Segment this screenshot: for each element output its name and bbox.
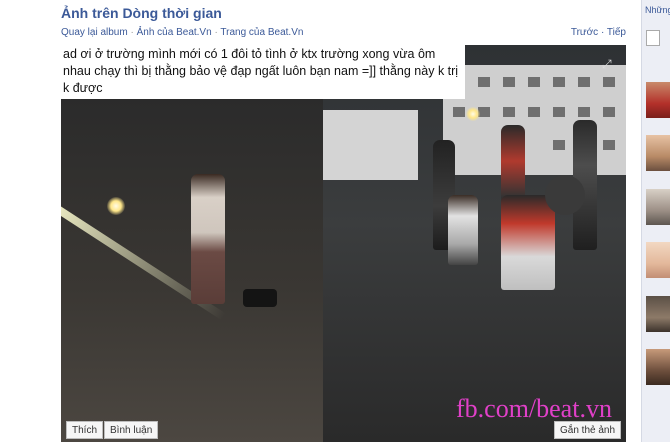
expand-icon[interactable]: ⤢: [602, 57, 612, 72]
photo-navigation: Trước · Tiếp: [571, 27, 626, 38]
lamp: [466, 107, 480, 121]
comment-button[interactable]: Bình luận: [104, 421, 159, 439]
previous-link[interactable]: Trước: [571, 27, 598, 38]
photo-viewer[interactable]: ad ơi ở trường mình mới có 1 đôi tỏ tình…: [61, 45, 626, 442]
sidebar-thumbnail[interactable]: [646, 135, 670, 171]
tag-photo-button[interactable]: Gắn thẻ ảnh: [554, 421, 622, 439]
street-light: [107, 197, 125, 215]
photos-of-page-link[interactable]: Ảnh của Beat.Vn: [137, 27, 212, 38]
like-button[interactable]: Thích: [66, 421, 104, 439]
photo-header: Ảnh trên Dòng thời gian Quay lại album ·…: [61, 0, 636, 44]
breadcrumb-separator: ·: [214, 27, 218, 38]
person-kneeling: [448, 195, 478, 265]
photo-left-panel: [61, 99, 323, 442]
sidebar-heading: Những: [645, 5, 670, 15]
archway: [323, 110, 418, 180]
photo-right-panel: [323, 45, 626, 442]
back-to-album-link[interactable]: Quay lại album: [61, 27, 128, 38]
right-sidebar: Những: [641, 0, 670, 442]
nav-separator: ·: [600, 27, 605, 38]
page-title: Ảnh trên Dòng thời gian: [61, 5, 222, 21]
sidebar-thumbnail[interactable]: [646, 82, 670, 118]
hugging-couple: [191, 174, 225, 304]
motorbike: [545, 175, 585, 215]
next-link[interactable]: Tiếp: [607, 27, 626, 38]
watermark: fb.com/beat.vn: [456, 394, 612, 423]
caption-background: ad ơi ở trường mình mới có 1 đôi tỏ tình…: [61, 45, 465, 99]
sidebar-thumbnail[interactable]: [646, 189, 670, 225]
sidebar-thumbnail[interactable]: [646, 242, 670, 278]
sidebar-thumbnail[interactable]: [646, 349, 670, 385]
breadcrumb-separator: ·: [130, 27, 134, 38]
page-link[interactable]: Trang của Beat.Vn: [220, 27, 303, 38]
breadcrumb: Quay lại album · Ảnh của Beat.Vn · Trang…: [61, 27, 303, 38]
person-crouching: [501, 195, 555, 290]
sidebar-thumbnail[interactable]: [646, 296, 670, 332]
broken-image-icon: [646, 30, 660, 46]
photo-caption: ad ơi ở trường mình mới có 1 đôi tỏ tình…: [63, 47, 459, 95]
bag: [243, 289, 277, 307]
